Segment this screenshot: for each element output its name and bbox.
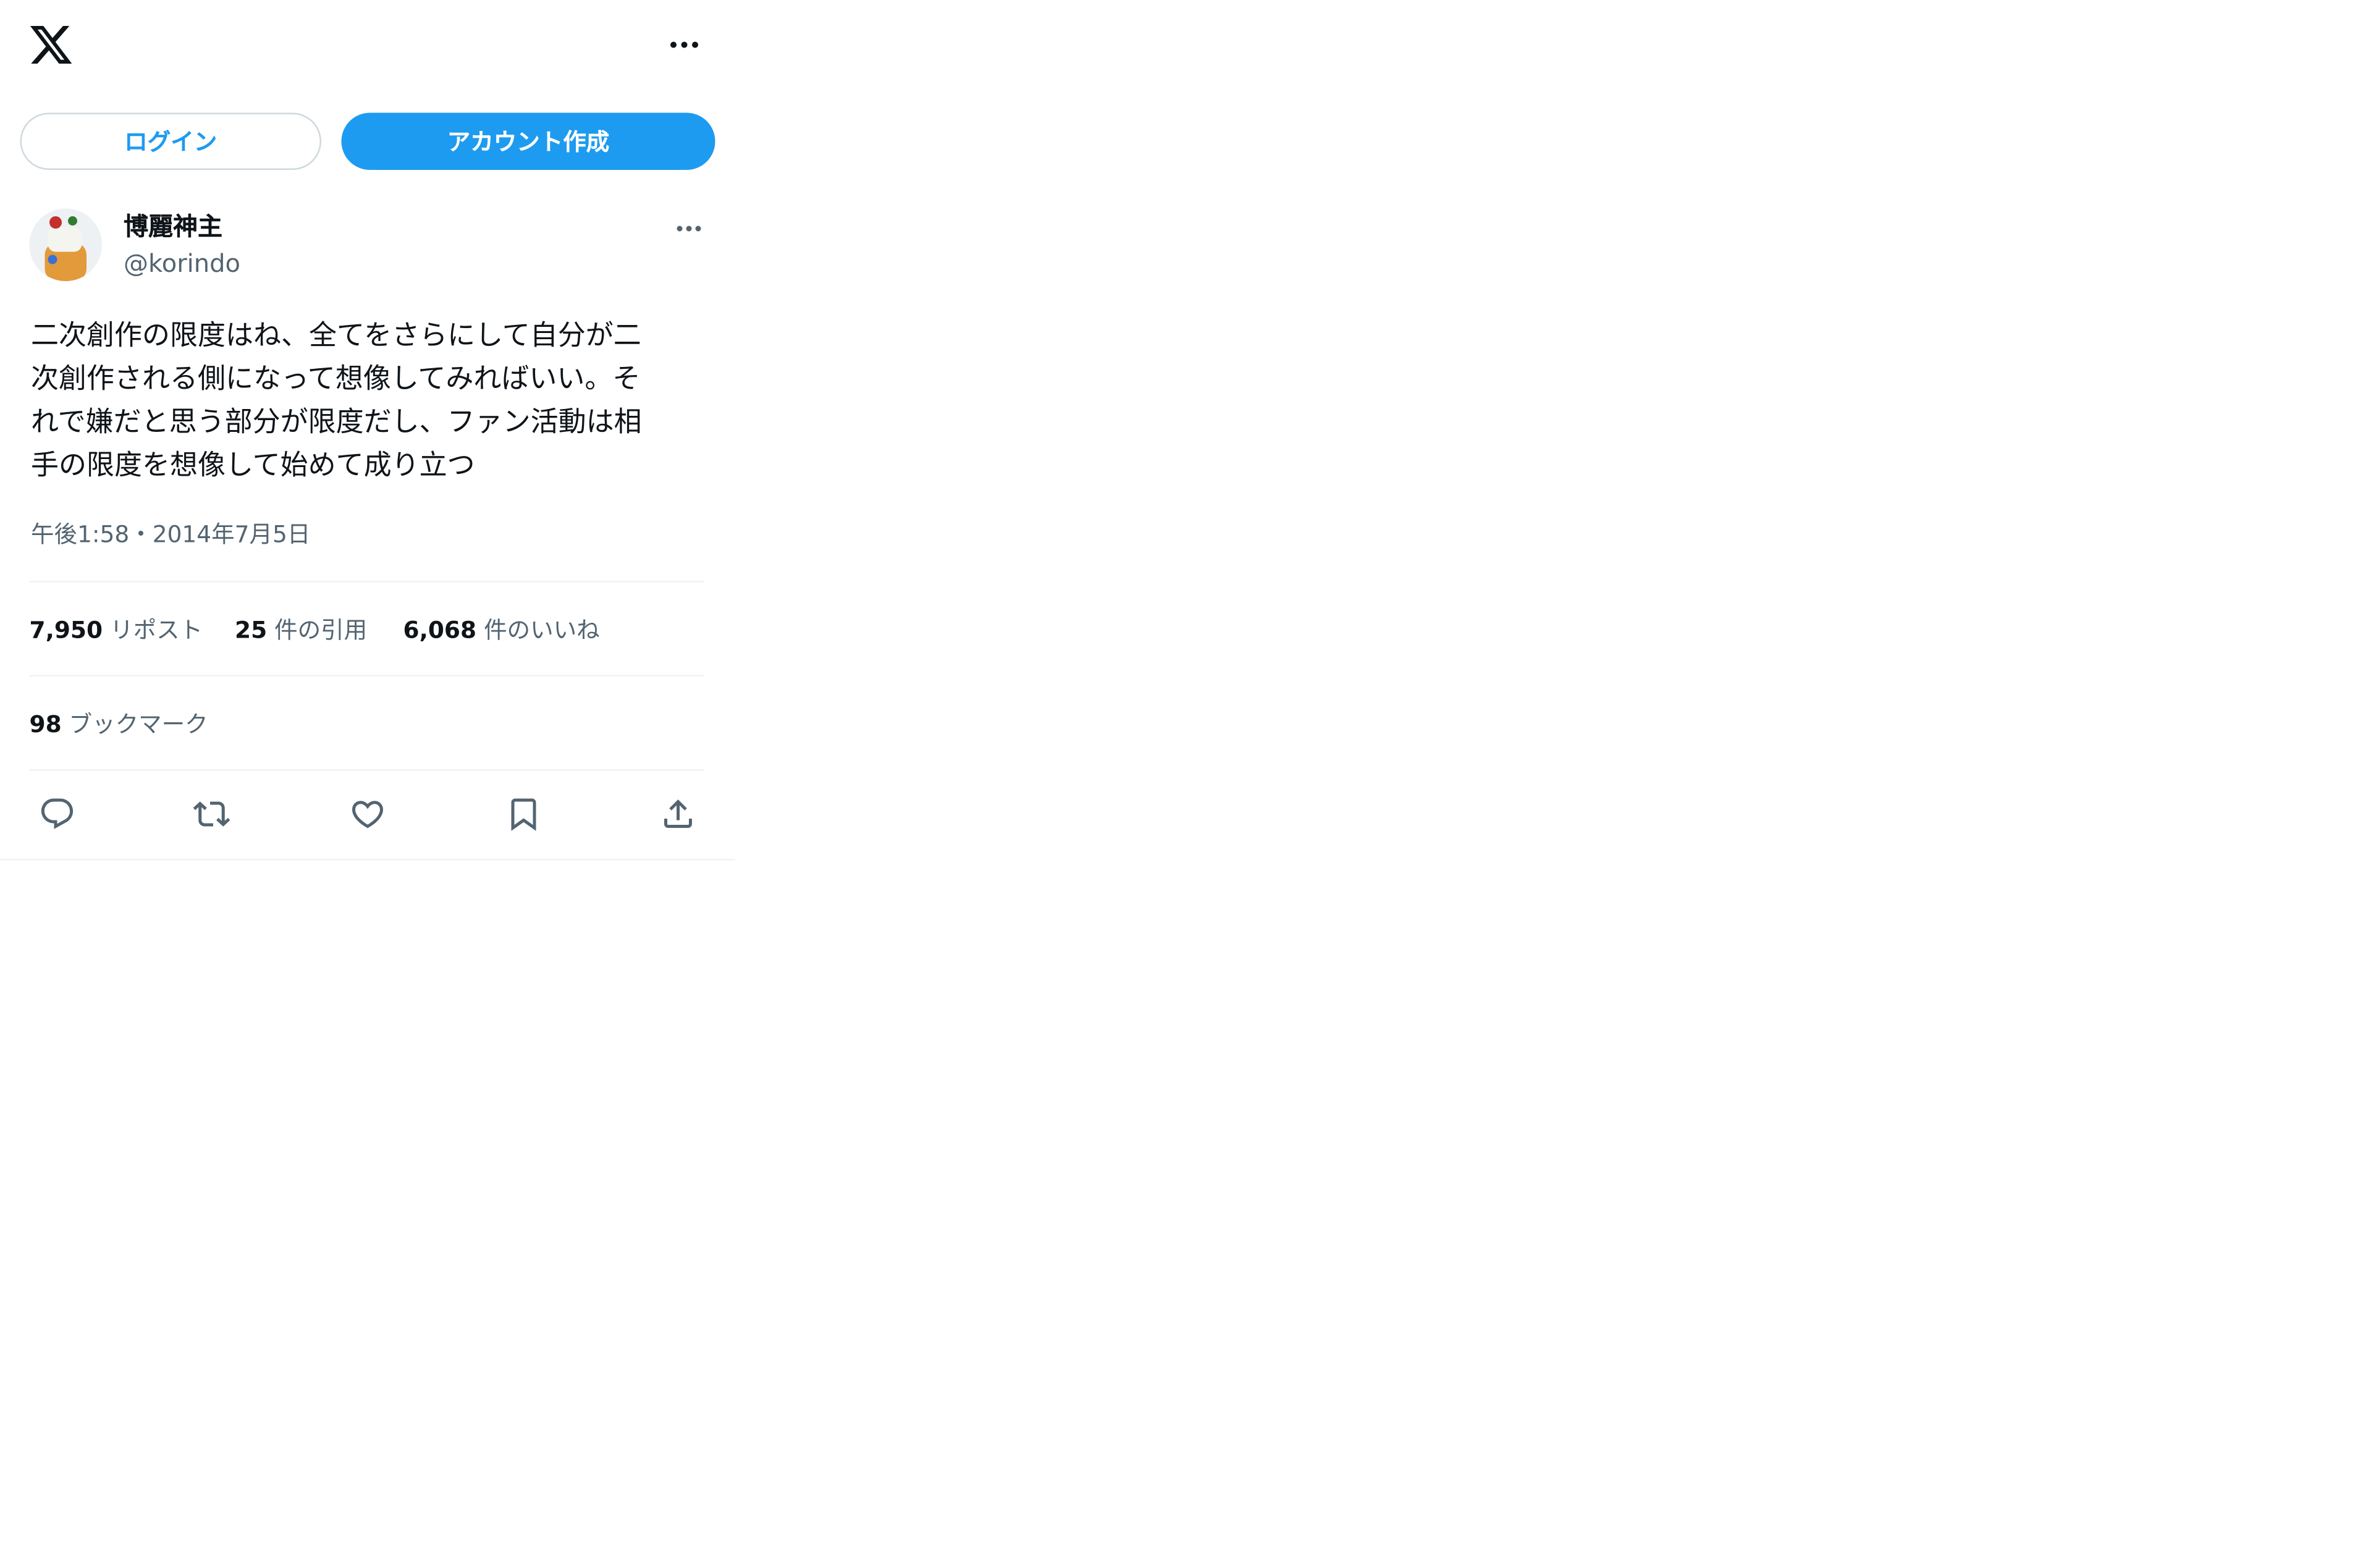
login-button[interactable]: ログイン bbox=[20, 112, 321, 170]
share-icon[interactable] bbox=[655, 791, 701, 837]
more-horizontal-icon[interactable] bbox=[661, 27, 707, 64]
page: ログイン アカウント作成 博麗神主 @korindo 二次創作の限度はね、全てを… bbox=[0, 0, 735, 1565]
divider bbox=[29, 769, 704, 771]
divider bbox=[29, 675, 704, 677]
quotes-count: 25 bbox=[235, 616, 268, 644]
likes-stat[interactable]: 6,068 件のいいね bbox=[403, 614, 600, 648]
retweet-icon[interactable] bbox=[188, 791, 235, 837]
quotes-stat[interactable]: 25 件の引用 bbox=[235, 614, 367, 648]
quotes-label: 件の引用 bbox=[274, 616, 368, 644]
likes-label: 件のいいね bbox=[484, 616, 600, 644]
bookmark-icon[interactable] bbox=[500, 791, 547, 837]
reply-icon[interactable] bbox=[34, 791, 80, 837]
author-handle[interactable]: @korindo bbox=[124, 247, 240, 281]
bookmarks-stat: 98 ブックマーク bbox=[30, 707, 208, 741]
likes-count: 6,068 bbox=[403, 616, 477, 644]
reposts-label: リポスト bbox=[110, 616, 203, 644]
create-account-button[interactable]: アカウント作成 bbox=[341, 112, 715, 170]
tweet-text: 二次創作の限度はね、全てをさらにして自分が二 次創作される側になって想像してみれ… bbox=[31, 319, 642, 483]
tweet-more-icon[interactable] bbox=[667, 212, 711, 246]
tweet-column: ログイン アカウント作成 博麗神主 @korindo 二次創作の限度はね、全てを… bbox=[0, 0, 735, 861]
x-logo-icon[interactable] bbox=[28, 22, 74, 68]
reposts-count: 7,950 bbox=[29, 616, 103, 644]
divider bbox=[29, 581, 704, 583]
author-name[interactable]: 博麗神主 bbox=[124, 210, 222, 244]
like-icon[interactable] bbox=[345, 791, 391, 837]
tweet-timestamp[interactable]: 午後1:58・2014年7月5日 bbox=[31, 518, 310, 552]
bookmarks-count: 98 bbox=[29, 711, 62, 738]
avatar[interactable] bbox=[29, 208, 102, 281]
bookmarks-label: ブックマーク bbox=[69, 711, 208, 738]
reposts-stat[interactable]: 7,950 リポスト bbox=[30, 614, 203, 648]
